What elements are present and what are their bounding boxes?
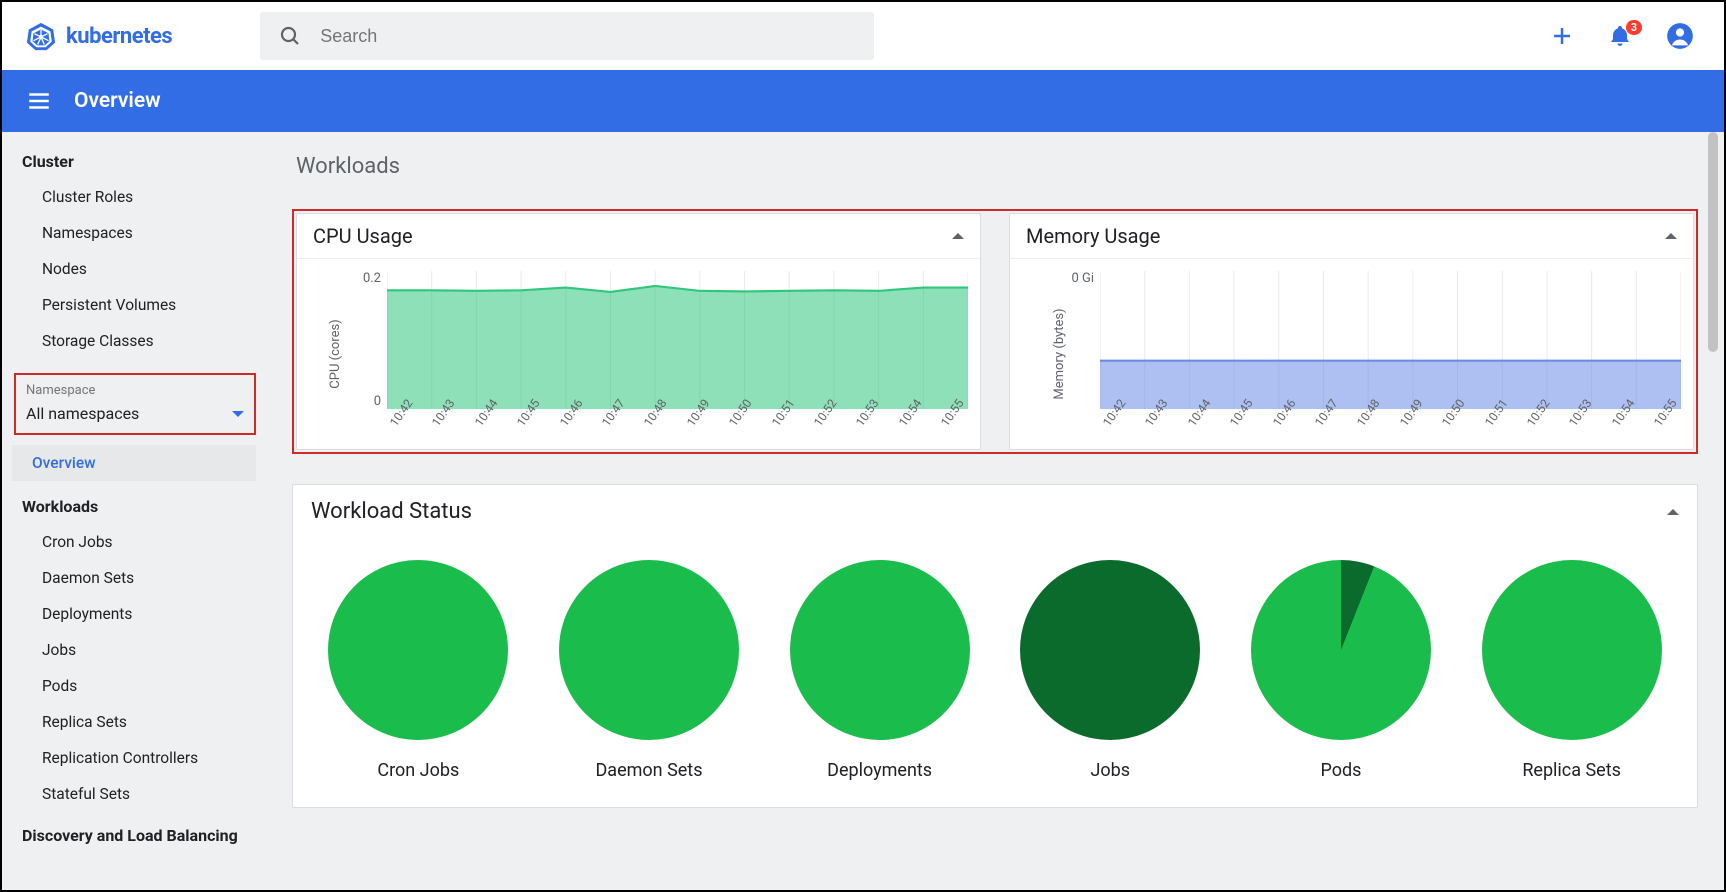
sidebar-item[interactable]: Namespaces (2, 215, 266, 251)
namespace-selector[interactable]: Namespace All namespaces (14, 373, 256, 435)
status-pie (1020, 560, 1200, 740)
collapse-icon[interactable] (1665, 233, 1677, 239)
search-box[interactable] (260, 12, 874, 60)
sidebar-item[interactable]: Deployments (2, 596, 266, 632)
workload-status-item: Daemon Sets (559, 560, 739, 781)
workload-status-item: Replica Sets (1482, 560, 1662, 781)
menu-toggle-button[interactable] (26, 88, 52, 114)
sidebar-item[interactable]: Daemon Sets (2, 560, 266, 596)
section-title: Workloads (296, 154, 1698, 179)
sidebar-item-overview[interactable]: Overview (12, 445, 256, 481)
sidebar-group-cluster[interactable]: Cluster (2, 142, 266, 179)
sidebar-item[interactable]: Persistent Volumes (2, 287, 266, 323)
status-card-title: Workload Status (311, 499, 472, 524)
workload-status-item: Deployments (790, 560, 970, 781)
status-pie-label: Deployments (827, 760, 932, 781)
workload-status-item: Cron Jobs (328, 560, 508, 781)
workload-status-item: Pods (1251, 560, 1431, 781)
kubernetes-logo-icon (26, 21, 56, 51)
app-bar: Overview (2, 70, 1724, 132)
sidebar-item[interactable]: Storage Classes (2, 323, 266, 359)
search-icon (278, 24, 302, 48)
workload-status-card: Workload Status Cron Jobs Daemon Sets De… (292, 484, 1698, 808)
create-button[interactable] (1550, 24, 1574, 48)
workload-status-item: Jobs (1020, 560, 1200, 781)
cpu-card-title: CPU Usage (313, 224, 413, 248)
search-input[interactable] (320, 26, 856, 47)
sidebar-item[interactable]: Cron Jobs (2, 524, 266, 560)
brand-logo[interactable]: kubernetes (26, 21, 172, 51)
sidebar-item[interactable]: Replica Sets (2, 704, 266, 740)
brand-text: kubernetes (66, 24, 172, 49)
status-pie-label: Pods (1320, 760, 1361, 781)
plus-icon (1550, 24, 1574, 48)
cpu-usage-card: CPU Usage CPU (cores) 0.20 10:4210:4310:… (296, 213, 981, 450)
sidebar-group-workloads[interactable]: Workloads (2, 487, 266, 524)
status-pie (328, 560, 508, 740)
collapse-icon[interactable] (1667, 509, 1679, 515)
account-button[interactable] (1666, 22, 1694, 50)
chart-plot (1100, 271, 1681, 409)
user-icon (1666, 22, 1694, 50)
sidebar-item[interactable]: Nodes (2, 251, 266, 287)
hamburger-icon (26, 88, 52, 114)
chevron-down-icon (232, 411, 244, 417)
memory-usage-card: Memory Usage Memory (bytes) 0 Gi 10:4210… (1009, 213, 1694, 450)
mem-card-title: Memory Usage (1026, 224, 1160, 248)
status-pie-label: Cron Jobs (377, 760, 459, 781)
sidebar-item[interactable]: Jobs (2, 632, 266, 668)
scrollbar[interactable] (1708, 132, 1718, 352)
status-pie (1482, 560, 1662, 740)
namespace-value: All namespaces (26, 404, 139, 423)
namespace-label: Namespace (26, 383, 244, 398)
x-ticks: 10:4210:4310:4410:4510:4610:4710:4810:49… (1100, 413, 1681, 449)
sidebar: ClusterCluster RolesNamespacesNodesPersi… (2, 132, 266, 890)
x-ticks: 10:4210:4310:4410:4510:4610:4710:4810:49… (387, 413, 968, 449)
status-pie (559, 560, 739, 740)
sidebar-item[interactable]: Cluster Roles (2, 179, 266, 215)
collapse-icon[interactable] (952, 233, 964, 239)
sidebar-item[interactable]: Stateful Sets (2, 776, 266, 812)
status-pie-label: Daemon Sets (595, 760, 702, 781)
page-heading: Overview (74, 89, 161, 113)
notifications-button[interactable]: 3 (1608, 24, 1632, 48)
chart-plot (387, 271, 968, 409)
status-pie (1251, 560, 1431, 740)
y-ticks: 0.20 (341, 271, 381, 409)
status-pie-label: Jobs (1090, 760, 1130, 781)
y-ticks: 0 Gi (1054, 271, 1094, 409)
sidebar-item[interactable]: Replication Controllers (2, 740, 266, 776)
top-header: kubernetes 3 (2, 2, 1724, 70)
notification-badge: 3 (1626, 20, 1642, 35)
status-pie-label: Replica Sets (1522, 760, 1621, 781)
main-content: Workloads CPU Usage CPU (cores) 0.20 10:… (266, 132, 1724, 890)
status-pie (790, 560, 970, 740)
sidebar-item[interactable]: Pods (2, 668, 266, 704)
sidebar-group-discovery[interactable]: Discovery and Load Balancing (2, 812, 266, 853)
usage-charts-row: CPU Usage CPU (cores) 0.20 10:4210:4310:… (292, 209, 1698, 454)
